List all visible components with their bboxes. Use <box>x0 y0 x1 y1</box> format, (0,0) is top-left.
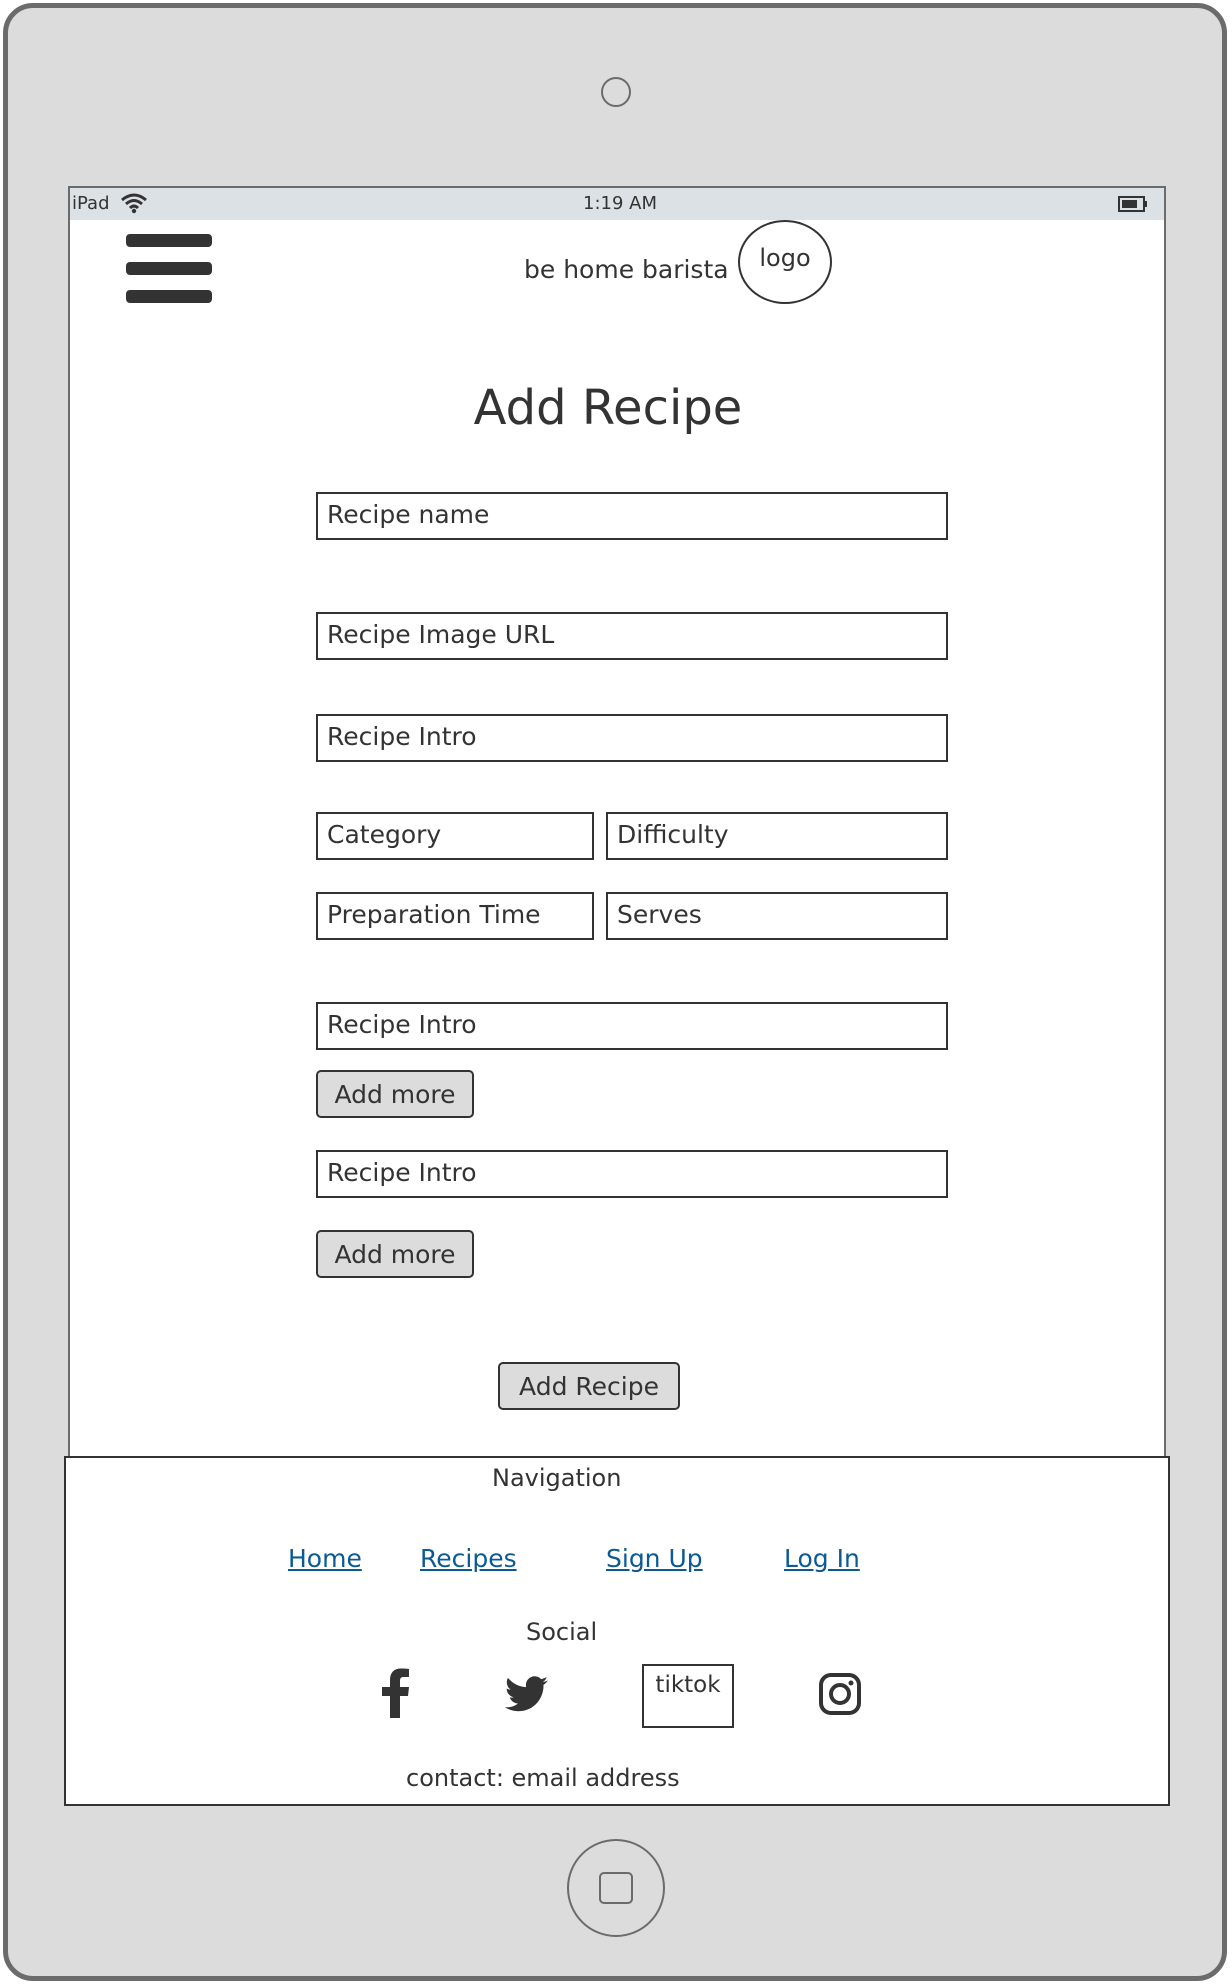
list-two-input[interactable]: Recipe Intro <box>316 1150 948 1198</box>
footer-link-recipes[interactable]: Recipes <box>420 1544 517 1573</box>
facebook-icon[interactable] <box>380 1668 412 1718</box>
hamburger-menu-icon[interactable] <box>126 232 212 306</box>
recipe-name-input[interactable]: Recipe name <box>316 492 948 540</box>
category-input[interactable]: Category <box>316 812 594 860</box>
wifi-icon <box>121 193 147 214</box>
instagram-icon[interactable] <box>818 1672 862 1716</box>
recipe-intro-input[interactable]: Recipe Intro <box>316 714 948 762</box>
footer-link-sign-up[interactable]: Sign Up <box>606 1544 703 1573</box>
tiktok-link[interactable]: tiktok <box>642 1664 734 1728</box>
footer-link-home[interactable]: Home <box>288 1544 362 1573</box>
preparation-time-input[interactable]: Preparation Time <box>316 892 594 940</box>
battery-icon <box>1118 196 1147 212</box>
serves-input[interactable]: Serves <box>606 892 948 940</box>
brand-name[interactable]: be home barista <box>524 255 729 284</box>
difficulty-input[interactable]: Difficulty <box>606 812 948 860</box>
status-carrier: iPad <box>72 193 110 214</box>
recipe-image-url-input[interactable]: Recipe Image URL <box>316 612 948 660</box>
page-title: Add Recipe <box>0 380 1232 436</box>
home-button-square-icon <box>599 1872 633 1904</box>
footer-social-heading: Social <box>526 1618 598 1646</box>
add-recipe-button[interactable]: Add Recipe <box>498 1362 680 1410</box>
status-bar: iPad 1:19 AM <box>70 188 1164 220</box>
twitter-icon[interactable] <box>503 1676 549 1714</box>
add-more-button-two[interactable]: Add more <box>316 1230 474 1278</box>
footer-navigation-heading: Navigation <box>492 1464 622 1492</box>
footer-contact: contact: email address <box>406 1764 680 1792</box>
footer-link-log-in[interactable]: Log In <box>784 1544 860 1573</box>
page-title-text: Add Recipe <box>473 380 743 436</box>
status-time: 1:19 AM <box>583 193 657 214</box>
logo[interactable]: logo <box>738 220 832 304</box>
footer <box>64 1456 1170 1806</box>
add-more-button-one[interactable]: Add more <box>316 1070 474 1118</box>
list-one-input[interactable]: Recipe Intro <box>316 1002 948 1050</box>
camera-icon <box>601 77 631 107</box>
